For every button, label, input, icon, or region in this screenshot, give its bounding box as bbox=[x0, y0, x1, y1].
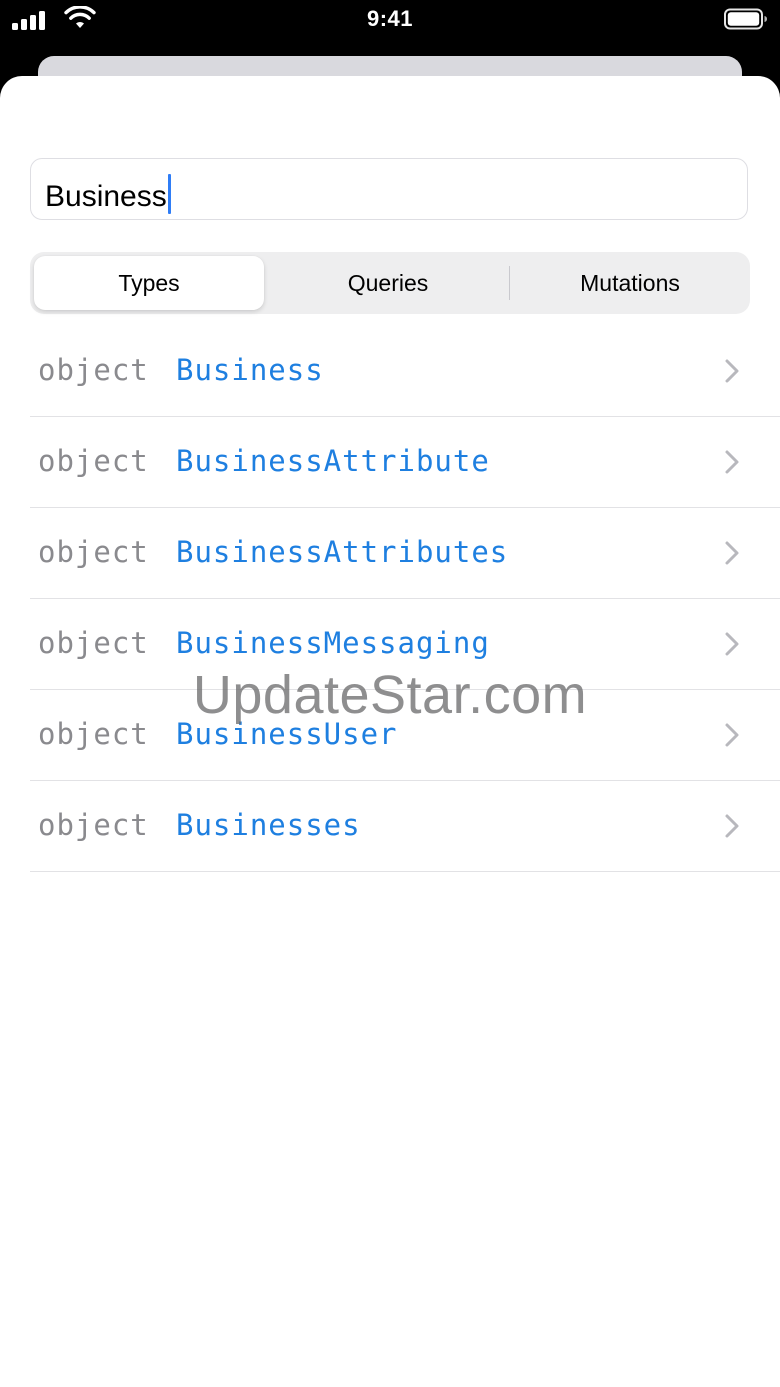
list-item[interactable]: object BusinessAttributes bbox=[30, 508, 780, 599]
type-name: BusinessAttributes bbox=[176, 535, 509, 569]
battery-icon bbox=[724, 8, 767, 30]
segment-queries[interactable]: Queries bbox=[268, 256, 508, 310]
type-kind: object bbox=[38, 717, 149, 751]
schema-search-sheet: Business Types Queries Mutations object … bbox=[0, 76, 780, 1387]
status-bar: 9:41 bbox=[0, 0, 780, 44]
chevron-right-icon bbox=[725, 814, 739, 838]
type-filter-segmented-control: Types Queries Mutations bbox=[30, 252, 750, 314]
chevron-right-icon bbox=[725, 541, 739, 565]
list-item[interactable]: object BusinessUser bbox=[30, 690, 780, 781]
chevron-right-icon bbox=[725, 359, 739, 383]
type-name: Businesses bbox=[176, 808, 361, 842]
type-kind: object bbox=[38, 535, 149, 569]
type-kind: object bbox=[38, 353, 149, 387]
list-item[interactable]: object BusinessMessaging bbox=[30, 599, 780, 690]
list-item[interactable]: object BusinessAttribute bbox=[30, 417, 780, 508]
type-name: BusinessAttribute bbox=[176, 444, 490, 478]
search-input[interactable]: Business bbox=[30, 158, 748, 220]
chevron-right-icon bbox=[725, 632, 739, 656]
results-list: object Business object BusinessAttribute… bbox=[30, 326, 780, 872]
type-kind: object bbox=[38, 626, 149, 660]
text-caret bbox=[167, 174, 171, 214]
chevron-right-icon bbox=[725, 450, 739, 474]
status-time: 9:41 bbox=[366, 6, 414, 31]
type-name: BusinessUser bbox=[176, 717, 398, 751]
list-item[interactable]: object Business bbox=[30, 326, 780, 417]
list-item[interactable]: object Businesses bbox=[30, 781, 780, 872]
type-name: BusinessMessaging bbox=[176, 626, 490, 660]
segment-mutations[interactable]: Mutations bbox=[510, 256, 750, 310]
type-kind: object bbox=[38, 808, 149, 842]
type-name: Business bbox=[176, 353, 324, 387]
type-kind: object bbox=[38, 444, 149, 478]
search-input-value: Business bbox=[45, 180, 167, 213]
segment-types[interactable]: Types bbox=[34, 256, 264, 310]
chevron-right-icon bbox=[725, 723, 739, 747]
